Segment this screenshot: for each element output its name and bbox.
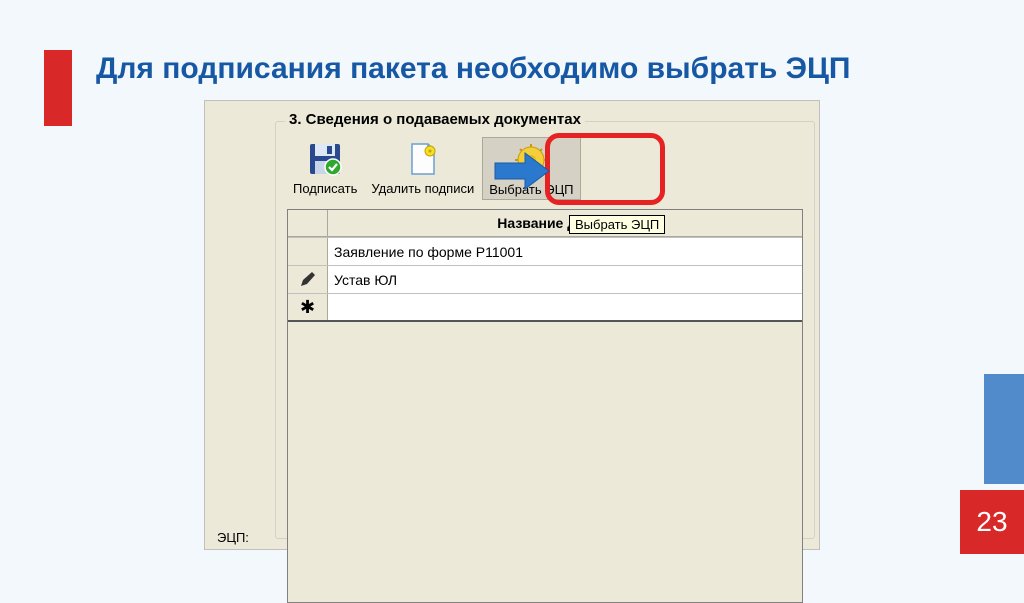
grid-header-row: Название документ [288,210,802,238]
tooltip: Выбрать ЭЦП [569,215,665,234]
sign-button-label: Подписать [293,181,357,196]
row-cell-name: Заявление по форме Р11001 [328,238,802,265]
choose-cert-label: Выбрать ЭЦП [489,182,573,197]
ecp-label: ЭЦП: [217,530,249,545]
delete-signatures-label: Удалить подписи [371,181,474,196]
deco-stripe [984,374,1024,484]
row-cell-name [328,294,802,320]
documents-grid: Название документ Заявление по форме Р11… [287,209,803,603]
new-row-star-icon: ✱ [288,294,328,320]
fieldset-legend: 3. Сведения о подаваемых документах [285,111,585,128]
page-number-badge: 23 [960,490,1024,554]
table-row[interactable]: Заявление по форме Р11001 [288,238,802,266]
save-disk-icon [305,139,345,179]
tooltip-text: Выбрать ЭЦП [575,217,659,232]
delete-signatures-button[interactable]: Удалить подписи [365,137,480,198]
page-number: 23 [976,506,1007,538]
gear-seal-icon [511,140,551,180]
row-cell-name: Устав ЮЛ [328,266,802,293]
toolbar: Подписать Удалить подписи [287,137,581,200]
pencil-icon [288,266,328,293]
documents-fieldset: 3. Сведения о подаваемых документах Подп… [275,109,815,539]
grid-header-name: Название документ [328,210,802,237]
document-icon [403,139,443,179]
slide-title: Для подписания пакета необходимо выбрать… [96,52,851,86]
table-row[interactable]: ✱ [288,294,802,322]
table-row[interactable]: Устав ЮЛ [288,266,802,294]
sign-button[interactable]: Подписать [287,137,363,198]
app-window: 3. Сведения о подаваемых документах Подп… [204,100,820,550]
row-marker [288,238,328,265]
grid-header-marker [288,210,328,237]
grid-empty-area [288,322,802,602]
choose-cert-button[interactable]: Выбрать ЭЦП [482,137,580,200]
accent-bar [44,50,72,126]
